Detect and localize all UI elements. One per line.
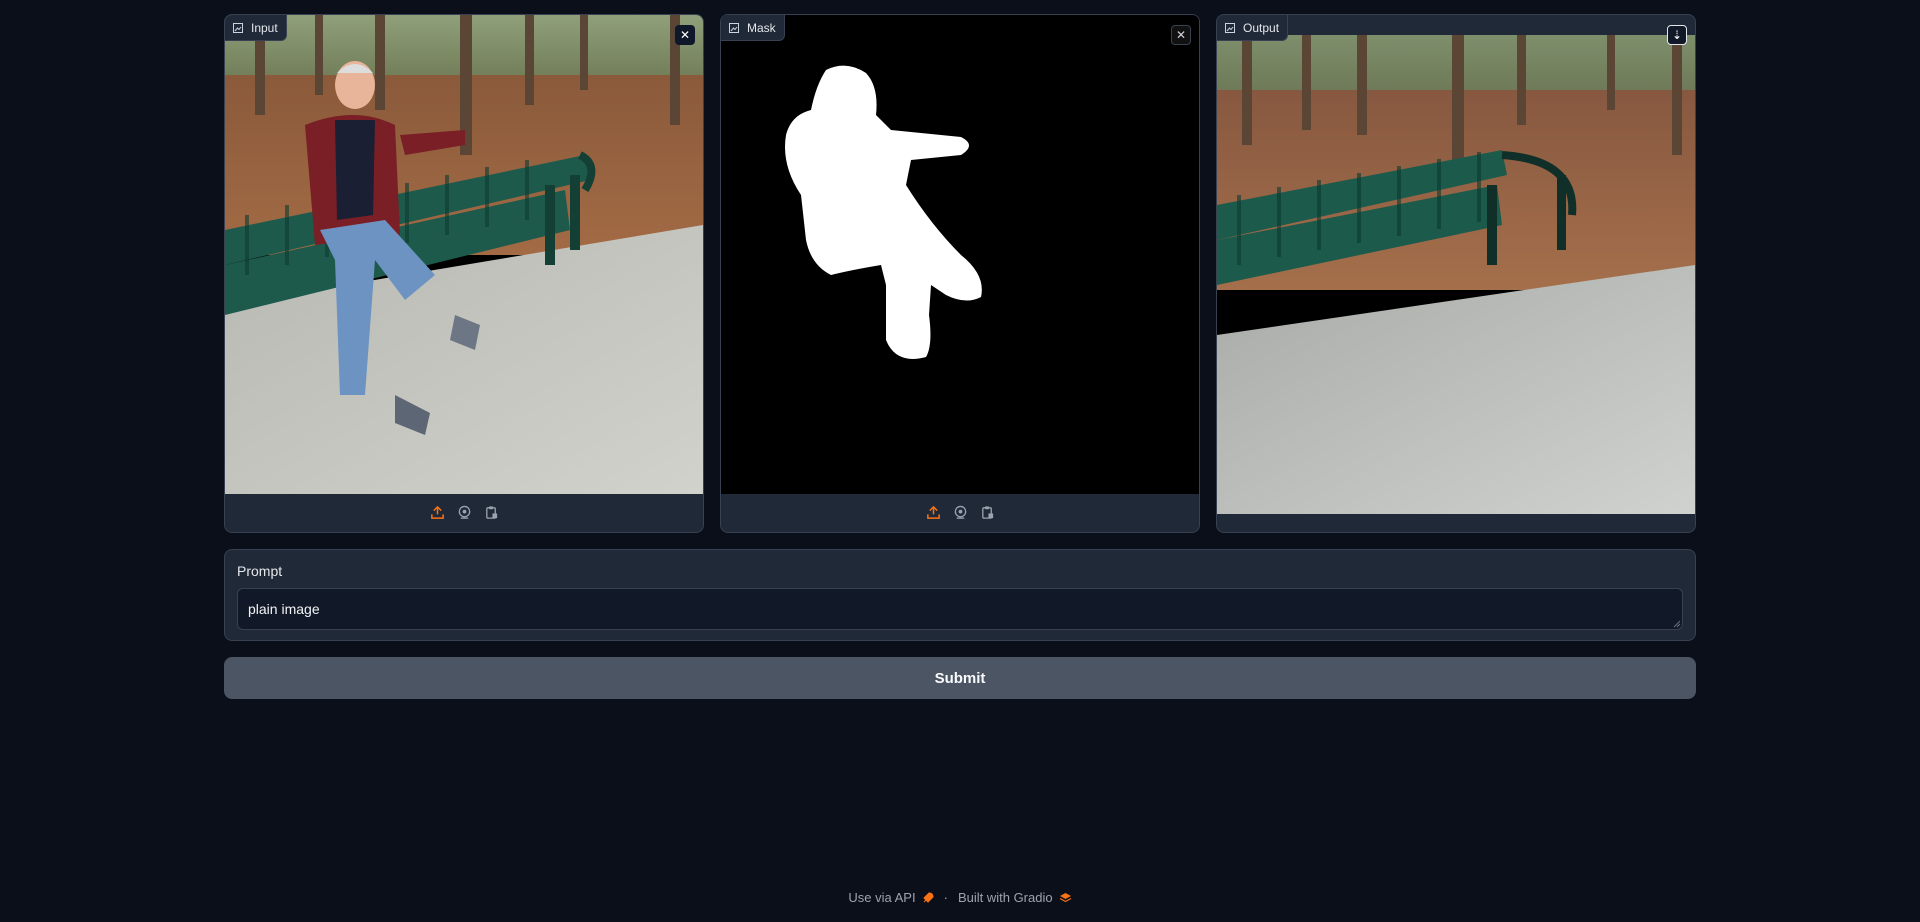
clipboard-icon (981, 506, 993, 519)
webcam-icon (458, 505, 470, 519)
footer-separator: · (943, 890, 948, 905)
mask-label: Mask (747, 20, 776, 35)
output-panel: Output ⇣ (1216, 14, 1696, 533)
upload-button[interactable] (924, 503, 943, 522)
image-icon (729, 22, 739, 33)
input-label-tab: Input (225, 15, 287, 41)
prompt-block: Prompt plain image (224, 549, 1696, 641)
webcam-button[interactable] (951, 503, 970, 522)
use-api-link[interactable]: Use via API (848, 890, 934, 905)
webcam-button[interactable] (455, 503, 474, 522)
output-image[interactable] (1217, 35, 1695, 514)
output-label: Output (1243, 20, 1280, 35)
upload-icon (430, 505, 444, 519)
close-icon: ✕ (679, 28, 691, 42)
built-with-gradio-link[interactable]: Built with Gradio (958, 890, 1072, 905)
download-icon: ⇣ (1671, 28, 1683, 42)
input-toolbar (225, 493, 703, 532)
input-label: Input (251, 20, 278, 35)
clipboard-button[interactable] (482, 503, 501, 522)
image-row: Input ✕ Mask ✕ Output ⇣ (224, 14, 1696, 533)
mask-clear-button[interactable]: ✕ (1171, 25, 1191, 45)
input-panel: Input ✕ (224, 14, 704, 533)
footer: Use via API · Built with Gradio (0, 890, 1920, 905)
rocket-icon (922, 891, 934, 903)
prompt-textarea[interactable]: plain image (237, 588, 1683, 630)
mask-toolbar (721, 493, 1199, 532)
use-api-label: Use via API (848, 890, 916, 905)
built-with-label: Built with Gradio (957, 890, 1053, 905)
image-icon (233, 22, 243, 33)
download-button[interactable]: ⇣ (1667, 25, 1687, 45)
submit-button[interactable]: Submit (224, 657, 1696, 699)
upload-button[interactable] (428, 503, 447, 522)
image-icon (1225, 22, 1235, 33)
output-label-tab: Output (1217, 15, 1289, 41)
app-root: Input ✕ Mask ✕ Output ⇣ Prompt plain ima… (0, 0, 1920, 922)
input-image[interactable] (225, 15, 703, 494)
mask-label-tab: Mask (721, 15, 785, 41)
mask-image[interactable] (721, 15, 1199, 494)
mask-panel: Mask ✕ (720, 14, 1200, 533)
upload-icon (926, 505, 940, 519)
clipboard-button[interactable] (978, 503, 997, 522)
input-clear-button[interactable]: ✕ (675, 25, 695, 45)
close-icon: ✕ (1175, 28, 1187, 42)
resize-grip-icon[interactable] (1673, 620, 1681, 628)
gradio-logo-icon (1059, 892, 1071, 902)
prompt-label: Prompt (237, 563, 283, 579)
webcam-icon (954, 505, 966, 519)
clipboard-icon (485, 506, 497, 519)
